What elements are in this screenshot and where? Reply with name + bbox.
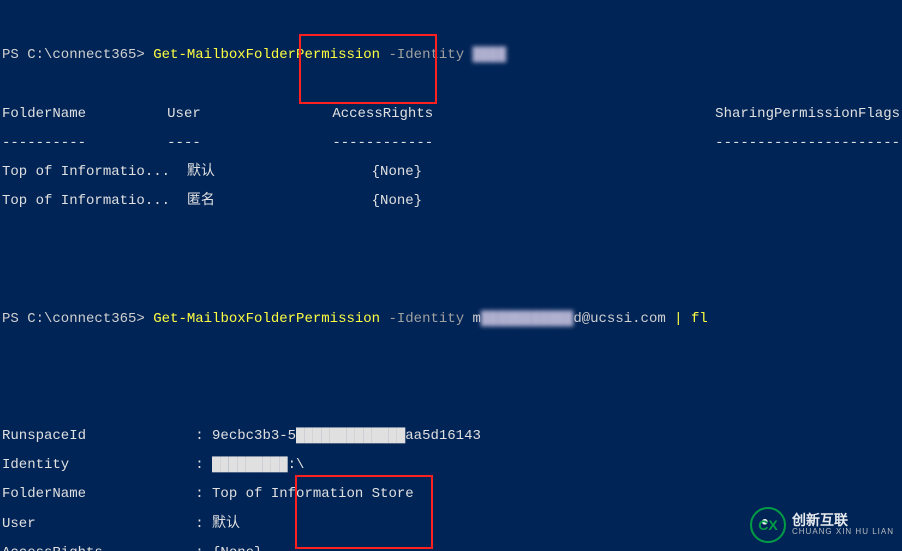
- prompt-1: PS C:\connect365>: [2, 48, 153, 63]
- table1-underline: ----------------------------------------…: [2, 136, 900, 151]
- fl-line: AccessRights: {None}: [2, 546, 900, 551]
- th-user: User: [167, 107, 332, 122]
- powershell-terminal[interactable]: PS C:\connect365> Get-MailboxFolderPermi…: [0, 0, 902, 551]
- table1-row: Top of Informatio...匿名{None}: [2, 194, 900, 209]
- fl-line: RunspaceId: 9ecbc3b3-5█████████████aa5d1…: [2, 429, 900, 444]
- cmdlet-1: Get-MailboxFolderPermission: [153, 48, 380, 63]
- redacted-identity-1: ████: [473, 48, 507, 63]
- th-accessrights: AccessRights: [332, 107, 715, 122]
- watermark: CX 创新互联 CHUANG XIN HU LIAN: [750, 507, 894, 543]
- blank: [2, 370, 900, 385]
- redacted-identity-2: ███████████: [481, 312, 573, 327]
- watermark-logo-icon: CX: [750, 507, 786, 543]
- th-foldername: FolderName: [2, 107, 167, 122]
- watermark-title: 创新互联: [792, 513, 894, 528]
- cmd-line-2: PS C:\connect365> Get-MailboxFolderPermi…: [2, 312, 900, 327]
- blank: [2, 253, 900, 268]
- table1-row: Top of Informatio...默认{None}: [2, 165, 900, 180]
- th-sharing: SharingPermissionFlags: [715, 107, 900, 122]
- blank: [2, 77, 900, 92]
- table1-header: FolderNameUserAccessRightsSharingPermiss…: [2, 107, 900, 122]
- blank: [2, 341, 900, 356]
- fl-line: Identity: █████████:\: [2, 458, 900, 473]
- fl-line: FolderName: Top of Information Store: [2, 487, 900, 502]
- param-identity-1: -Identity: [380, 48, 472, 63]
- watermark-subtitle: CHUANG XIN HU LIAN: [792, 528, 894, 537]
- cmd-line-1: PS C:\connect365> Get-MailboxFolderPermi…: [2, 48, 900, 63]
- blank: [2, 224, 900, 239]
